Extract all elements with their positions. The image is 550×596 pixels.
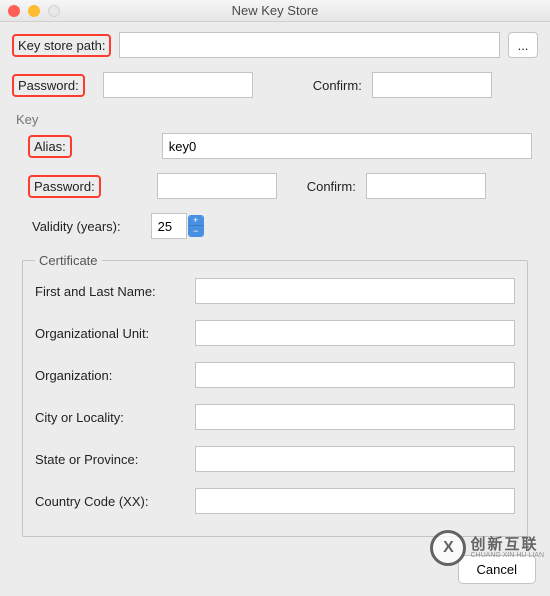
organization-label: Organization: [35,368,195,383]
validity-step-down[interactable]: − [189,226,203,236]
watermark-logo-icon: X [430,530,466,566]
key-section-label: Key [16,112,538,127]
titlebar: New Key Store [0,0,550,22]
validity-step-up[interactable]: + [189,216,203,226]
watermark-subtext: CHUANG XIN HU LIAN [470,552,544,559]
certificate-fieldset: Certificate First and Last Name: Organiz… [22,253,528,537]
certificate-legend: Certificate [35,253,102,268]
city-input[interactable] [195,404,515,430]
watermark: X 创新互联 CHUANG XIN HU LIAN [430,530,544,566]
window-title: New Key Store [232,3,319,18]
key-password-label: Password: [28,175,101,198]
zoom-window-button [48,5,60,17]
validity-row: Validity (years): + − [18,213,532,239]
org-unit-input[interactable] [195,320,515,346]
key-store-path-label: Key store path: [12,34,111,57]
first-last-input[interactable] [195,278,515,304]
key-store-path-row: Key store path: ... [12,32,538,58]
country-input[interactable] [195,488,515,514]
key-confirm-input[interactable] [366,173,486,199]
key-confirm-label: Confirm: [307,179,356,194]
store-password-input[interactable] [103,72,253,98]
browse-button[interactable]: ... [508,32,538,58]
validity-input[interactable] [151,213,187,239]
store-confirm-input[interactable] [372,72,492,98]
store-password-row: Password: Confirm: [12,72,538,98]
state-input[interactable] [195,446,515,472]
minimize-window-button[interactable] [28,5,40,17]
first-last-label: First and Last Name: [35,284,195,299]
alias-input[interactable] [162,133,532,159]
city-label: City or Locality: [35,410,195,425]
key-store-path-input[interactable] [119,32,500,58]
key-password-input[interactable] [157,173,277,199]
country-label: Country Code (XX): [35,494,195,509]
alias-label: Alias: [28,135,72,158]
org-unit-label: Organizational Unit: [35,326,195,341]
organization-input[interactable] [195,362,515,388]
watermark-text: 创新互联 [470,537,544,552]
state-label: State or Province: [35,452,195,467]
close-window-button[interactable] [8,5,20,17]
validity-label: Validity (years): [32,219,121,234]
key-password-row: Password: Confirm: [18,173,532,199]
alias-row: Alias: [18,133,532,159]
store-password-label: Password: [12,74,85,97]
store-confirm-label: Confirm: [313,78,362,93]
